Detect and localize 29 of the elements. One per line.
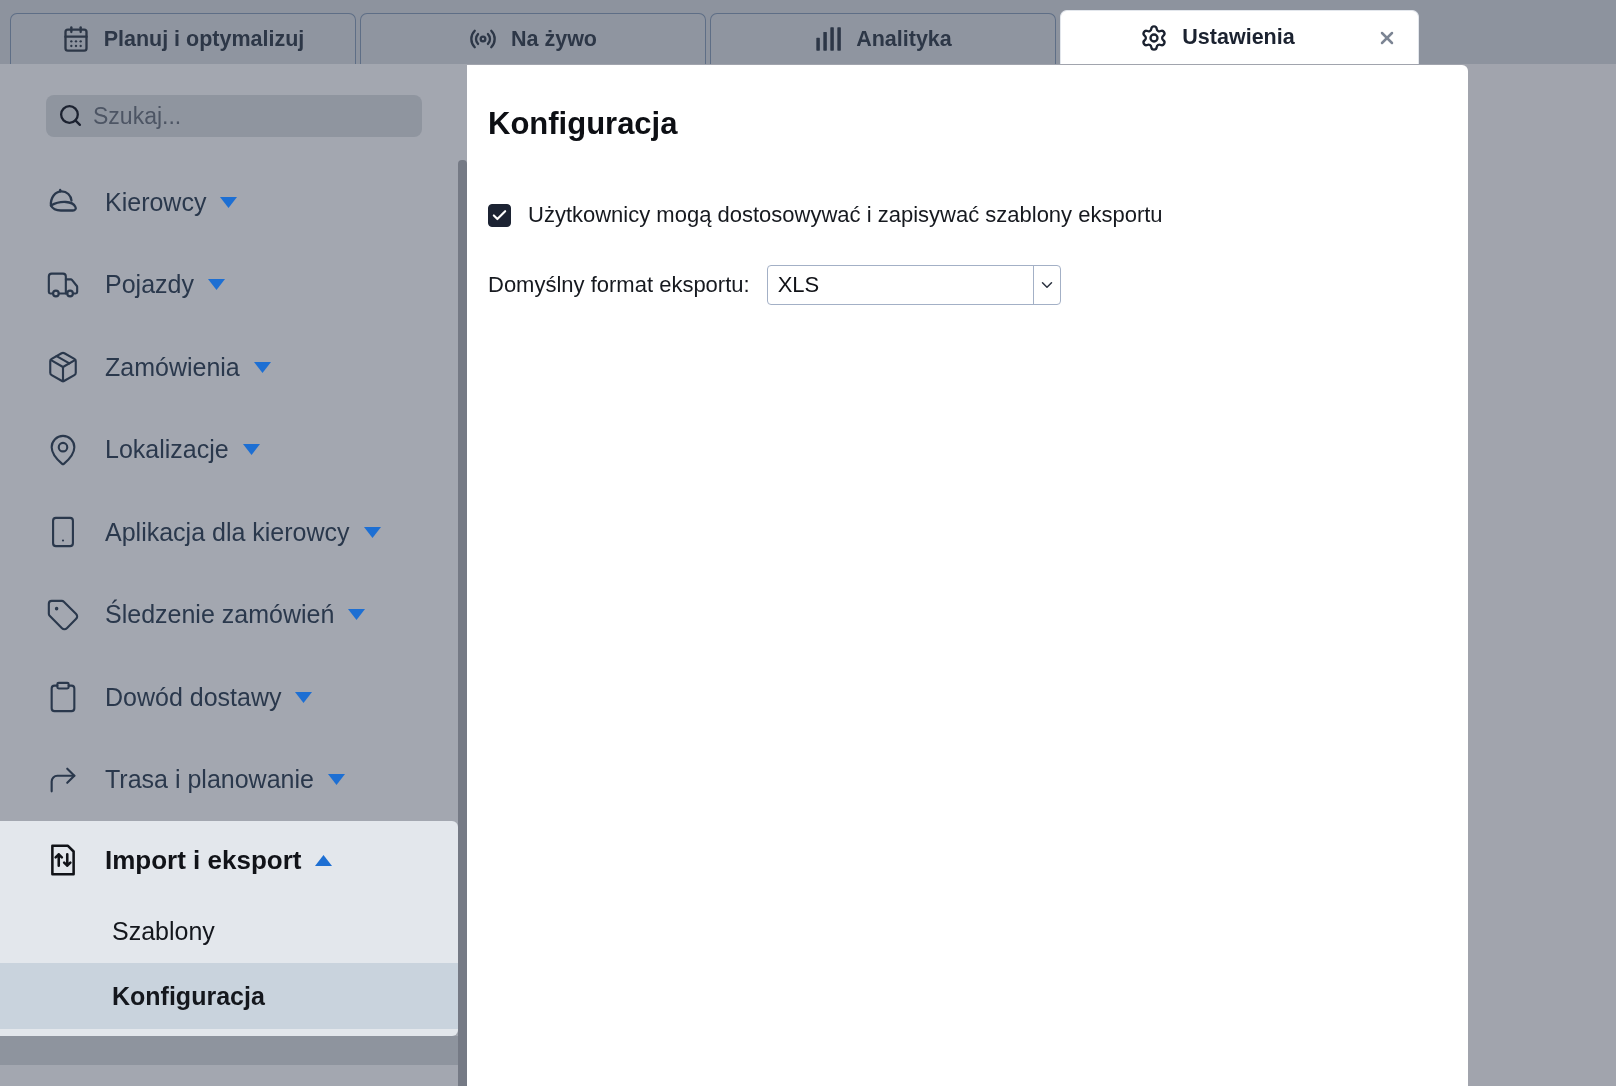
checkbox[interactable] [488, 203, 511, 227]
sidebar-item[interactable]: Import i eksport [0, 821, 458, 899]
sidebar-item[interactable]: Zamówienia [0, 326, 458, 409]
search-field[interactable]: Szukaj... [46, 95, 422, 137]
box-icon [46, 350, 80, 385]
submenu-item[interactable]: Konfiguracja [0, 963, 458, 1029]
field-label: Domyślny format eksportu: [488, 271, 750, 299]
sidebar-item[interactable]: Aplikacja dla kierowcy [0, 491, 458, 574]
search-icon [58, 103, 83, 128]
sidebar-item[interactable]: Pojazdy [0, 243, 458, 326]
tab[interactable]: Analityka [710, 13, 1056, 64]
tab[interactable]: Na żywo [360, 13, 706, 64]
page-title: Konfiguracja [488, 105, 678, 142]
calendar-icon [61, 25, 90, 53]
scrollbar-thumb[interactable] [458, 160, 467, 1086]
sidebar-item[interactable]: Trasa i planowanie [0, 738, 458, 821]
submenu-item[interactable]: Szablony [0, 899, 458, 963]
tag-icon [46, 597, 80, 632]
tab[interactable]: Planuj i optymalizuj [10, 13, 356, 64]
tab[interactable]: Ustawienia [1060, 10, 1419, 64]
bar-chart-icon [814, 25, 843, 53]
settings-icon [1140, 23, 1169, 52]
sidebar-item[interactable]: Lokalizacje [0, 408, 458, 491]
sidebar-item[interactable]: Kierowcy [0, 161, 458, 244]
select-field[interactable]: XLS [766, 265, 1061, 305]
horizontal-scrollbar[interactable] [0, 1036, 458, 1065]
sidebar-item[interactable]: Śledzenie zamówień [0, 573, 458, 656]
checkbox-label: Użytkownicy mogą dostosowywać i zapisywać szablony eksportu [528, 201, 1163, 229]
sidebar-item[interactable]: Dowód dostawy [0, 656, 458, 739]
